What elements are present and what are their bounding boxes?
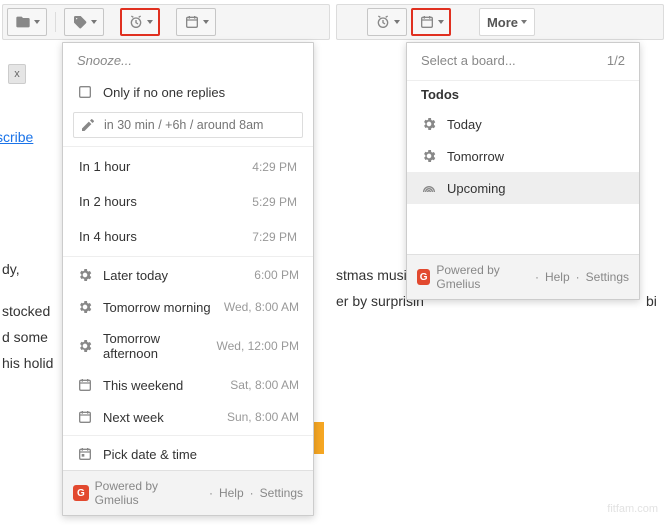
only-if-row[interactable]: Only if no one replies — [63, 76, 313, 108]
footer-help[interactable]: Help — [219, 486, 244, 500]
custom-snooze-input-row[interactable] — [73, 112, 303, 138]
left-panel: x scribe dy, stocked d some his holid Sn… — [2, 4, 330, 40]
footer-powered: Powered by Gmelius — [436, 263, 529, 291]
board-page: 1/2 — [607, 53, 625, 68]
gear-icon — [77, 299, 93, 315]
alarm-icon — [375, 14, 391, 30]
row-time: Wed, 8:00 AM — [224, 300, 299, 314]
calendar-button[interactable] — [176, 8, 216, 36]
calendar-button-2[interactable] — [411, 8, 451, 36]
tag-icon — [72, 14, 88, 30]
row-time: Wed, 12:00 PM — [217, 339, 300, 353]
folder-icon — [15, 14, 31, 30]
row-label: Later today — [103, 268, 244, 283]
row-time: 4:29 PM — [252, 160, 297, 174]
footer-sep: · — [209, 486, 213, 500]
more-label: More — [487, 15, 518, 30]
row-time: 6:00 PM — [254, 268, 299, 282]
menu-footer-2: G Powered by Gmelius · Help · Settings — [407, 254, 639, 299]
checkbox-icon — [77, 84, 93, 100]
rainbow-icon — [421, 180, 437, 196]
gear-icon — [421, 116, 437, 132]
row-tomorrow-morning[interactable]: Tomorrow morning Wed, 8:00 AM — [63, 291, 313, 323]
pick-date-label: Pick date & time — [103, 447, 299, 462]
row-label: In 2 hours — [79, 194, 242, 209]
pencil-icon — [80, 117, 96, 133]
pick-date-row[interactable]: Pick date & time — [63, 438, 313, 470]
row-weekend[interactable]: This weekend Sat, 8:00 AM — [63, 369, 313, 401]
menu-footer: G Powered by Gmelius · Help · Settings — [63, 470, 313, 515]
footer-sep: · — [535, 270, 539, 284]
alarm-icon — [128, 14, 144, 30]
footer-settings[interactable]: Settings — [586, 270, 629, 284]
row-label: Tomorrow morning — [103, 300, 214, 315]
row-label: In 4 hours — [79, 229, 242, 244]
snooze-button[interactable] — [120, 8, 160, 36]
bg-subscribe: scribe — [0, 124, 33, 150]
custom-snooze-input[interactable] — [102, 117, 296, 133]
watermark: fitfam.com — [607, 503, 658, 515]
right-panel: More stmas music er by surprisin bi Sele… — [336, 4, 664, 40]
bg-l1: dy, — [2, 256, 20, 282]
board-group-title: Todos — [407, 83, 639, 108]
row-label: Next week — [103, 410, 217, 425]
footer-sep: · — [576, 270, 580, 284]
footer-powered: Powered by Gmelius — [95, 479, 203, 507]
more-button[interactable]: More — [479, 8, 535, 36]
snooze-title: Snooze... — [63, 43, 313, 76]
calendar-icon — [77, 377, 93, 393]
footer-help[interactable]: Help — [545, 270, 570, 284]
row-label: This weekend — [103, 378, 220, 393]
board-item-label: Upcoming — [447, 181, 625, 196]
board-menu: Select a board... 1/2 Todos Today Tomorr… — [406, 42, 640, 300]
snooze-button-2[interactable] — [367, 8, 407, 36]
board-header: Select a board... 1/2 — [407, 43, 639, 78]
row-next-week[interactable]: Next week Sun, 8:00 AM — [63, 401, 313, 433]
gmelius-badge-icon: G — [73, 485, 89, 501]
row-time: 5:29 PM — [252, 195, 297, 209]
gear-icon — [77, 267, 93, 283]
row-time: 7:29 PM — [252, 230, 297, 244]
calendar-pick-icon — [77, 446, 93, 462]
board-item-label: Tomorrow — [447, 149, 625, 164]
row-label: In 1 hour — [79, 159, 242, 174]
bg-r-l2b: bi — [646, 288, 657, 314]
board-today[interactable]: Today — [407, 108, 639, 140]
bg-r-l1: stmas music — [336, 262, 414, 288]
gear-icon — [421, 148, 437, 164]
toolbar-right: More — [336, 4, 664, 40]
board-upcoming[interactable]: Upcoming — [407, 172, 639, 204]
board-tomorrow[interactable]: Tomorrow — [407, 140, 639, 172]
toolbar-left — [2, 4, 330, 40]
row-later-today[interactable]: Later today 6:00 PM — [63, 259, 313, 291]
row-label: Tomorrow afternoon — [103, 331, 207, 361]
orange-peek — [314, 422, 324, 454]
board-item-label: Today — [447, 117, 625, 132]
folder-button[interactable] — [7, 8, 47, 36]
footer-settings[interactable]: Settings — [260, 486, 303, 500]
row-tomorrow-afternoon[interactable]: Tomorrow afternoon Wed, 12:00 PM — [63, 323, 313, 369]
tag-button[interactable] — [64, 8, 104, 36]
board-select-label: Select a board... — [421, 53, 516, 68]
calendar-icon — [77, 409, 93, 425]
gear-icon — [77, 338, 93, 354]
gmelius-badge-icon: G — [417, 269, 430, 285]
row-time: Sun, 8:00 AM — [227, 410, 299, 424]
bg-l4: his holid — [2, 350, 53, 376]
calendar-icon — [419, 14, 435, 30]
snooze-menu: Snooze... Only if no one replies In 1 ho… — [62, 42, 314, 516]
chip-x[interactable]: x — [8, 64, 26, 84]
row-1h[interactable]: In 1 hour 4:29 PM — [63, 149, 313, 184]
row-time: Sat, 8:00 AM — [230, 378, 299, 392]
row-2h[interactable]: In 2 hours 5:29 PM — [63, 184, 313, 219]
bg-l2: stocked — [2, 298, 50, 324]
only-if-label: Only if no one replies — [103, 85, 299, 100]
calendar-icon — [184, 14, 200, 30]
row-4h[interactable]: In 4 hours 7:29 PM — [63, 219, 313, 254]
footer-sep: · — [250, 486, 254, 500]
bg-l3: d some — [2, 324, 48, 350]
